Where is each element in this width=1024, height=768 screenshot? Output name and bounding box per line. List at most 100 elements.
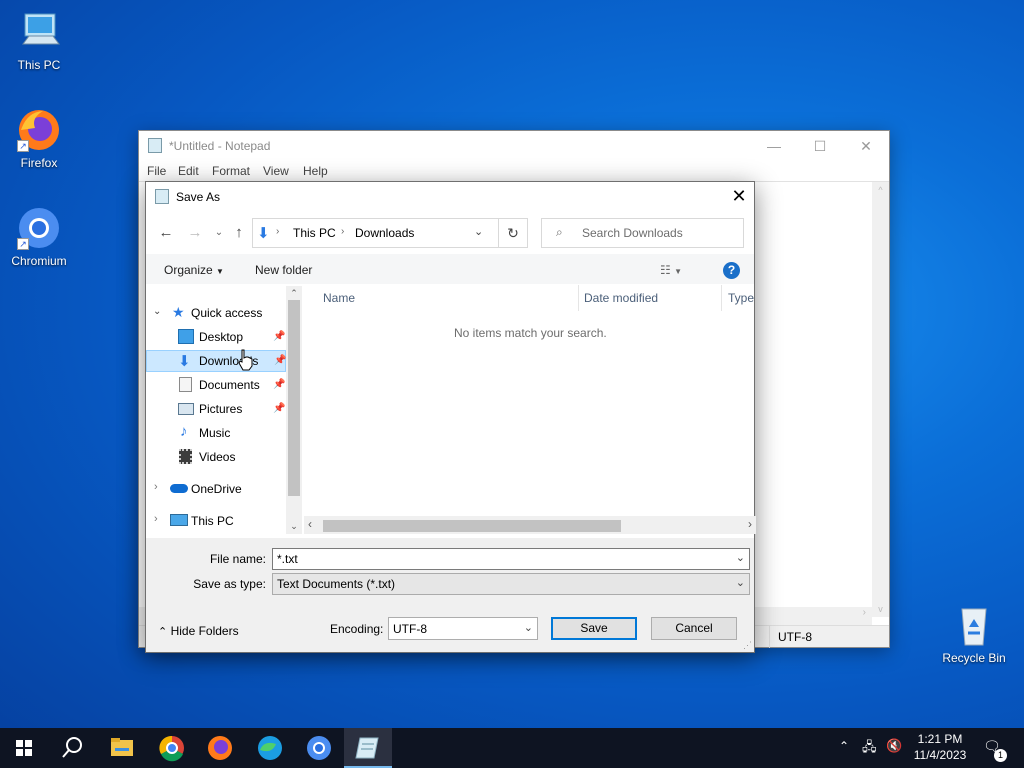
scroll-up-icon[interactable]: ⌃ bbox=[286, 288, 302, 299]
cancel-button[interactable]: Cancel bbox=[651, 617, 737, 640]
menu-help[interactable]: Help bbox=[303, 164, 328, 178]
dialog-title-bar[interactable]: Save As ✕ bbox=[146, 182, 754, 212]
chevron-down-icon[interactable]: ⌄ bbox=[153, 306, 161, 317]
file-list-horizontal-scrollbar[interactable]: ‹ › bbox=[304, 516, 756, 534]
show-hidden-icons-icon[interactable]: ⌃ bbox=[839, 739, 849, 753]
chevron-down-icon[interactable]: ⌄ bbox=[736, 551, 745, 564]
column-divider[interactable] bbox=[721, 285, 722, 311]
maximize-icon[interactable]: ☐ bbox=[797, 131, 843, 161]
nav-item-downloads[interactable]: ⬇ Downloads 📌 bbox=[146, 350, 286, 372]
minimize-icon[interactable]: — bbox=[751, 131, 797, 161]
column-divider[interactable] bbox=[578, 285, 579, 311]
taskbar-edge[interactable] bbox=[246, 728, 294, 768]
desktop-icon-this-pc[interactable]: This PC bbox=[1, 10, 77, 72]
pin-icon[interactable]: 📌 bbox=[273, 331, 285, 342]
star-icon: ★ bbox=[172, 304, 185, 320]
organize-button[interactable]: Organize ▼ bbox=[164, 263, 224, 277]
search-icon: ⌕ bbox=[556, 225, 563, 239]
refresh-icon[interactable]: ↻ bbox=[498, 218, 528, 248]
pin-icon[interactable]: 📌 bbox=[273, 379, 285, 390]
menu-edit[interactable]: Edit bbox=[178, 164, 199, 178]
menu-format[interactable]: Format bbox=[212, 164, 250, 178]
taskbar-file-explorer[interactable] bbox=[98, 728, 146, 768]
file-list: Name Date modified Type No items match y… bbox=[304, 285, 754, 535]
desktop-icon-chromium[interactable]: ↗ Chromium bbox=[1, 206, 77, 268]
save-button[interactable]: Save bbox=[551, 617, 637, 640]
notepad-title-bar[interactable]: *Untitled - Notepad — ☐ ✕ bbox=[139, 131, 889, 161]
vertical-scrollbar[interactable]: ^ v bbox=[872, 182, 889, 617]
navigation-scrollbar[interactable]: ⌃ ⌄ bbox=[286, 286, 302, 534]
close-icon[interactable]: ✕ bbox=[843, 131, 889, 161]
videos-folder-icon bbox=[179, 449, 192, 464]
file-name-input[interactable]: *.txt ⌄ bbox=[272, 548, 750, 570]
desktop-icon-firefox[interactable]: ↗ Firefox bbox=[1, 108, 77, 170]
firefox-icon bbox=[208, 736, 232, 760]
nav-item-desktop[interactable]: Desktop 📌 bbox=[146, 326, 286, 348]
empty-message: No items match your search. bbox=[454, 326, 607, 340]
nav-item-onedrive[interactable]: › OneDrive bbox=[146, 478, 286, 500]
nav-item-pictures[interactable]: Pictures 📌 bbox=[146, 398, 286, 420]
chevron-down-icon[interactable]: ⌄ bbox=[736, 576, 745, 589]
scroll-right-icon[interactable]: › bbox=[748, 517, 752, 531]
taskbar-search-button[interactable] bbox=[48, 728, 96, 768]
status-encoding: UTF-8 bbox=[769, 626, 820, 648]
volume-muted-icon[interactable]: 🔇 bbox=[886, 738, 902, 754]
taskbar-chrome[interactable] bbox=[148, 728, 196, 768]
search-input[interactable]: ⌕ Search Downloads bbox=[541, 218, 744, 248]
downloads-folder-icon: ⬇ bbox=[178, 353, 191, 370]
menu-view[interactable]: View bbox=[263, 164, 289, 178]
clock[interactable]: 1:21 PM 11/4/2023 bbox=[913, 732, 967, 762]
nav-item-music[interactable]: ♪ Music bbox=[146, 422, 286, 444]
desktop-icon-label: Chromium bbox=[11, 254, 67, 268]
pin-icon[interactable]: 📌 bbox=[273, 403, 285, 414]
chevron-right-icon[interactable]: › bbox=[154, 481, 158, 493]
search-placeholder: Search Downloads bbox=[582, 226, 683, 240]
close-icon[interactable]: ✕ bbox=[724, 182, 754, 212]
desktop-folder-icon bbox=[178, 329, 194, 344]
scroll-thumb[interactable] bbox=[323, 520, 621, 532]
back-arrow-icon[interactable]: ← bbox=[157, 224, 175, 242]
nav-item-videos[interactable]: Videos bbox=[146, 446, 286, 468]
help-icon[interactable]: ? bbox=[723, 262, 740, 279]
nav-item-documents[interactable]: Documents 📌 bbox=[146, 374, 286, 396]
recycle-bin-icon bbox=[952, 603, 996, 647]
taskbar-firefox[interactable] bbox=[196, 728, 244, 768]
desktop-icon-recycle-bin[interactable]: Recycle Bin bbox=[936, 603, 1012, 665]
hide-folders-button[interactable]: ⌃ Hide Folders bbox=[158, 624, 239, 638]
view-options-icon[interactable]: ☷ ▼ bbox=[660, 263, 682, 277]
desktop-icon-label: This PC bbox=[17, 58, 61, 72]
encoding-select[interactable]: UTF-8 ⌄ bbox=[388, 617, 538, 640]
recent-locations-chevron-icon[interactable]: ⌄ bbox=[210, 224, 228, 242]
scroll-thumb[interactable] bbox=[288, 300, 300, 496]
start-button[interactable] bbox=[0, 728, 48, 768]
save-as-type-select[interactable]: Text Documents (*.txt) ⌄ bbox=[272, 573, 750, 595]
column-name[interactable]: Name bbox=[323, 291, 355, 305]
breadcrumb-downloads[interactable]: Downloads bbox=[355, 226, 414, 240]
save-as-type-value: Text Documents (*.txt) bbox=[277, 577, 396, 591]
nav-item-this-pc[interactable]: › This PC bbox=[146, 510, 286, 532]
nav-item-quick-access[interactable]: ⌄ ★ Quick access bbox=[146, 302, 286, 324]
forward-arrow-icon[interactable]: → bbox=[186, 224, 204, 242]
chevron-right-icon[interactable]: › bbox=[154, 513, 158, 525]
pin-icon[interactable]: 📌 bbox=[274, 355, 286, 366]
address-bar[interactable]: ⬇ › This PC › Downloads ⌄ bbox=[252, 218, 528, 248]
scroll-left-icon[interactable]: ‹ bbox=[308, 517, 312, 531]
taskbar-chromium[interactable] bbox=[295, 728, 343, 768]
scroll-down-icon[interactable]: ⌄ bbox=[286, 521, 302, 532]
new-folder-button[interactable]: New folder bbox=[255, 263, 312, 277]
column-date-modified[interactable]: Date modified bbox=[584, 291, 658, 305]
network-icon[interactable]: 🖧 bbox=[862, 738, 877, 760]
taskbar-notepad[interactable] bbox=[344, 728, 392, 768]
desktop-icon-label: Recycle Bin bbox=[942, 651, 1006, 665]
resize-grip-icon[interactable]: ⋰ bbox=[743, 640, 752, 651]
breadcrumb-separator-icon: › bbox=[341, 226, 345, 237]
column-type[interactable]: Type bbox=[728, 291, 754, 305]
up-arrow-icon[interactable]: ↑ bbox=[230, 224, 248, 242]
chevron-down-icon[interactable]: ⌄ bbox=[524, 621, 533, 634]
notepad-icon bbox=[355, 737, 379, 759]
address-dropdown-icon[interactable]: ⌄ bbox=[474, 225, 483, 238]
pictures-folder-icon bbox=[178, 403, 194, 415]
chromium-icon bbox=[307, 736, 331, 760]
menu-file[interactable]: File bbox=[147, 164, 166, 178]
breadcrumb-this-pc[interactable]: This PC bbox=[293, 226, 336, 240]
